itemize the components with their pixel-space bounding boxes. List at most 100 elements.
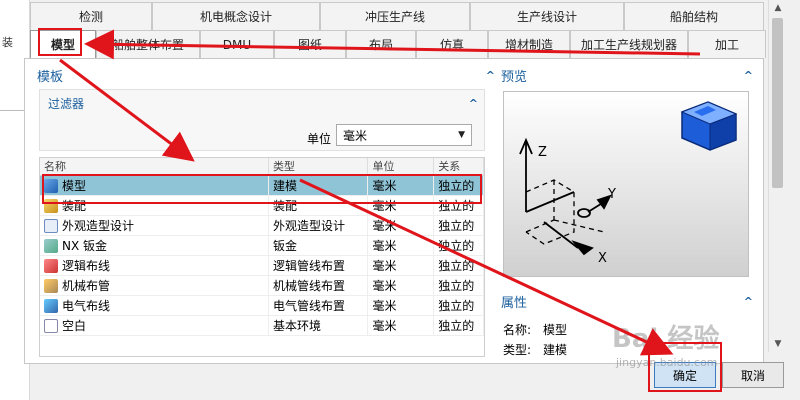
shape-studio-icon	[44, 218, 58, 233]
tab-inspection[interactable]: 检测	[30, 2, 152, 30]
tab-press-line[interactable]: 冲压生产线	[320, 2, 470, 30]
property-name-key: 名称:	[503, 323, 532, 337]
property-name-value: 模型	[543, 323, 568, 337]
properties-title: 属性	[501, 295, 528, 311]
electrical-routing-icon	[44, 298, 58, 313]
tab-additive-manufacturing[interactable]: 增材制造	[488, 30, 570, 58]
table-row[interactable]: 空白 基本环境 毫米 独立的	[40, 315, 484, 336]
cell-name: 机械布管	[40, 275, 269, 296]
tab-mechatronics-concept[interactable]: 机电概念设计	[152, 2, 320, 30]
cell-name: 外观造型设计	[40, 215, 269, 236]
row-name: 外观造型设计	[62, 218, 135, 233]
tab-manufacturing[interactable]: 加工	[688, 30, 766, 58]
cell-relation: 独立的	[434, 315, 484, 336]
table-row[interactable]: 机械布管 机械管线布置 毫米 独立的	[40, 275, 484, 296]
cell-name: 空白	[40, 315, 269, 336]
annotation-highlight-row	[42, 174, 482, 204]
filter-title: 过滤器	[48, 96, 85, 111]
table-row[interactable]: 逻辑布线 逻辑管线布置 毫米 独立的	[40, 255, 484, 276]
property-type-value: 建模	[543, 343, 568, 357]
cell-unit: 毫米	[368, 275, 435, 296]
part-cube-icon	[680, 101, 738, 151]
collapse-icon[interactable]: ^	[744, 295, 753, 308]
logical-routing-icon	[44, 258, 58, 273]
cancel-button[interactable]: 取消	[722, 362, 784, 388]
cell-relation: 独立的	[434, 255, 484, 276]
cell-unit: 毫米	[368, 315, 435, 336]
cell-relation: 独立的	[434, 235, 484, 256]
axis-x-label: X	[598, 251, 607, 266]
sheet-metal-icon	[44, 238, 58, 253]
cell-unit: 毫米	[368, 215, 435, 236]
filter-group: 过滤器 ^ 单位 毫米 ▼	[39, 89, 485, 151]
collapse-icon[interactable]: ^	[744, 69, 753, 82]
cell-relation: 独立的	[434, 215, 484, 236]
column-header-relation[interactable]: 关系	[434, 158, 484, 175]
column-header-type[interactable]: 类型	[269, 158, 369, 175]
templates-title: 模板	[37, 69, 64, 85]
scroll-up-icon[interactable]: ▲	[769, 0, 787, 16]
background-label: 装	[2, 36, 13, 49]
row-name: 逻辑布线	[62, 258, 111, 273]
cell-unit: 毫米	[368, 235, 435, 256]
cell-relation: 独立的	[434, 275, 484, 296]
row-name: 空白	[62, 318, 87, 333]
mechanical-routing-icon	[44, 278, 58, 293]
tab-row-2: 模型 船舶整体布置 DMU 图纸 布局 仿真 增材制造 加工生产线规划器 加工	[30, 30, 766, 58]
preview-section-header[interactable]: 预览 ^	[501, 65, 753, 85]
scrollbar-thumb[interactable]	[772, 18, 783, 188]
templates-section-header[interactable]: 模板 ^	[37, 65, 495, 85]
property-name: 名称: 模型	[503, 321, 567, 338]
tab-line-designer[interactable]: 生产线设计	[470, 2, 624, 30]
cell-type: 钣金	[269, 235, 369, 256]
scroll-down-icon[interactable]: ▼	[769, 336, 787, 352]
row-name: NX 钣金	[62, 238, 108, 253]
table-row[interactable]: 电气布线 电气管线布置 毫米 独立的	[40, 295, 484, 316]
collapse-icon[interactable]: ^	[469, 97, 478, 110]
annotation-highlight-tab	[38, 28, 82, 56]
properties-section-header[interactable]: 属性 ^	[501, 291, 753, 311]
cell-unit: 毫米	[368, 255, 435, 276]
column-header-unit[interactable]: 单位	[368, 158, 435, 175]
cell-relation: 独立的	[434, 295, 484, 316]
unit-value: 毫米	[343, 128, 368, 143]
collapse-icon[interactable]: ^	[486, 69, 495, 82]
row-name: 机械布管	[62, 278, 111, 293]
property-type-key: 类型:	[503, 343, 532, 357]
new-file-dialog-screenshot: 装 检测 机电概念设计 冲压生产线 生产线设计 船舶结构 模型 船舶整体布置 D…	[0, 0, 800, 400]
column-header-name[interactable]: 名称	[40, 158, 269, 175]
annotation-highlight-ok	[648, 342, 722, 392]
cell-type: 逻辑管线布置	[269, 255, 369, 276]
cell-unit: 毫米	[368, 295, 435, 316]
cell-type: 基本环境	[269, 315, 369, 336]
tab-layout[interactable]: 布局	[346, 30, 416, 58]
property-type: 类型: 建模	[503, 341, 567, 358]
vertical-scrollbar[interactable]: ▲ ▼	[768, 0, 786, 352]
filter-header[interactable]: 过滤器 ^	[48, 94, 478, 112]
axis-y-label: Y	[607, 187, 616, 202]
chevron-down-icon: ▼	[458, 130, 465, 140]
unit-dropdown[interactable]: 毫米 ▼	[336, 124, 472, 146]
unit-label: 单位	[307, 132, 332, 146]
axis-z-label: Z	[538, 145, 547, 160]
tab-ship-structure[interactable]: 船舶结构	[624, 2, 764, 30]
table-row[interactable]: 外观造型设计 外观造型设计 毫米 独立的	[40, 215, 484, 236]
preview-image: Z Y X	[503, 91, 749, 277]
cell-name: NX 钣金	[40, 235, 269, 256]
tab-drawing[interactable]: 图纸	[274, 30, 346, 58]
cell-name: 逻辑布线	[40, 255, 269, 276]
tab-dmu[interactable]: DMU	[200, 30, 274, 58]
coordinate-system-illustration: Z Y X	[519, 101, 738, 266]
cell-name: 电气布线	[40, 295, 269, 316]
cell-type: 电气管线布置	[269, 295, 369, 316]
row-name: 电气布线	[62, 298, 111, 313]
tab-row-1: 检测 机电概念设计 冲压生产线 生产线设计 船舶结构	[30, 2, 764, 30]
preview-title: 预览	[501, 69, 528, 85]
blank-icon	[44, 318, 58, 333]
tab-simulation[interactable]: 仿真	[416, 30, 488, 58]
cell-type: 外观造型设计	[269, 215, 369, 236]
table-row[interactable]: NX 钣金 钣金 毫米 独立的	[40, 235, 484, 256]
tab-ship-general-arrangement[interactable]: 船舶整体布置	[96, 30, 200, 58]
dashed-box	[525, 179, 605, 245]
tab-machining-line-planner[interactable]: 加工生产线规划器	[570, 30, 688, 58]
